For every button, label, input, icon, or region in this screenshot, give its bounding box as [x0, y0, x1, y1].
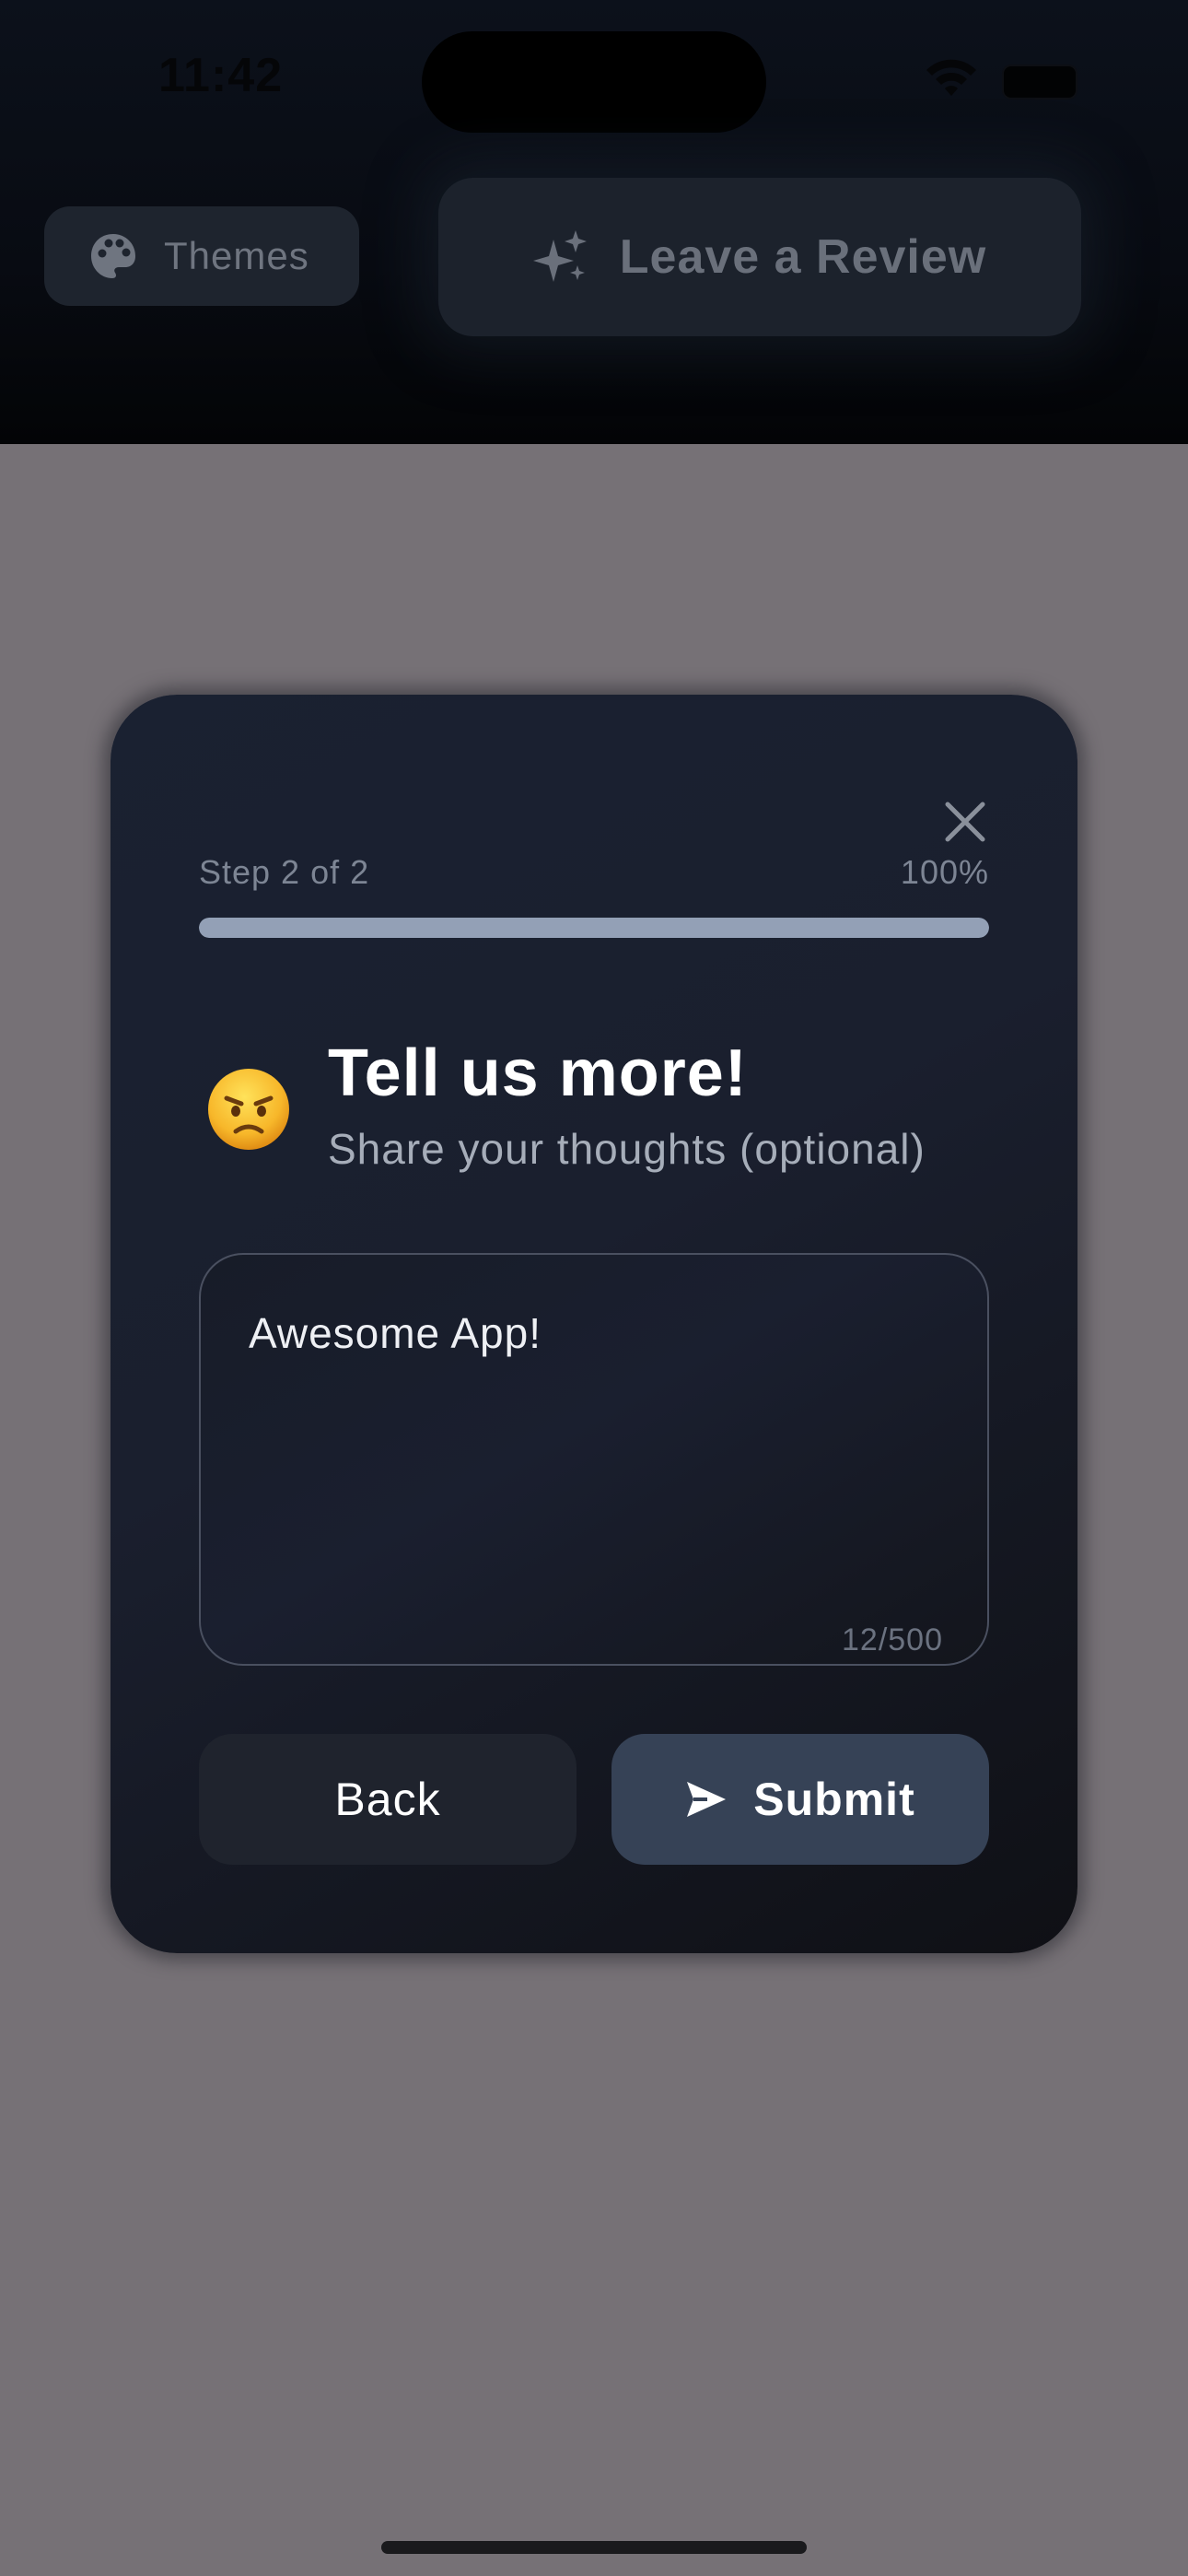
submit-label: Submit [753, 1774, 915, 1825]
modal-subtitle: Share your thoughts (optional) [328, 1125, 926, 1173]
character-count: 12/500 [842, 1622, 943, 1657]
angry-face-emoji-icon [208, 1069, 289, 1150]
feedback-modal: Step 2 of 2 100% Tell us more! Share you… [111, 695, 1077, 1953]
battery-icon [1002, 64, 1077, 100]
close-button[interactable] [930, 787, 1000, 857]
leave-review-label: Leave a Review [619, 230, 987, 284]
app-header: 11:42 Themes Leave a Review [0, 0, 1188, 444]
leave-review-button[interactable]: Leave a Review [438, 178, 1081, 336]
back-button[interactable]: Back [199, 1734, 577, 1865]
feedback-textarea[interactable]: Awesome App! 12/500 [199, 1253, 989, 1666]
themes-label: Themes [164, 234, 309, 277]
close-icon [945, 802, 985, 842]
progress-percent: 100% [900, 853, 989, 891]
themes-button[interactable]: Themes [44, 206, 359, 306]
progress-fill [199, 918, 989, 938]
status-time: 11:42 [158, 49, 284, 102]
home-indicator[interactable] [381, 2541, 807, 2554]
send-icon [687, 1782, 727, 1817]
wifi-icon [926, 59, 976, 96]
palette-icon [91, 234, 135, 278]
step-label: Step 2 of 2 [199, 853, 370, 891]
sparkles-icon [532, 230, 587, 282]
dynamic-island [422, 31, 766, 133]
feedback-text: Awesome App! [249, 1309, 542, 1357]
submit-button[interactable]: Submit [611, 1734, 989, 1865]
progress-bar [199, 918, 989, 938]
modal-title: Tell us more! [328, 1036, 748, 1110]
